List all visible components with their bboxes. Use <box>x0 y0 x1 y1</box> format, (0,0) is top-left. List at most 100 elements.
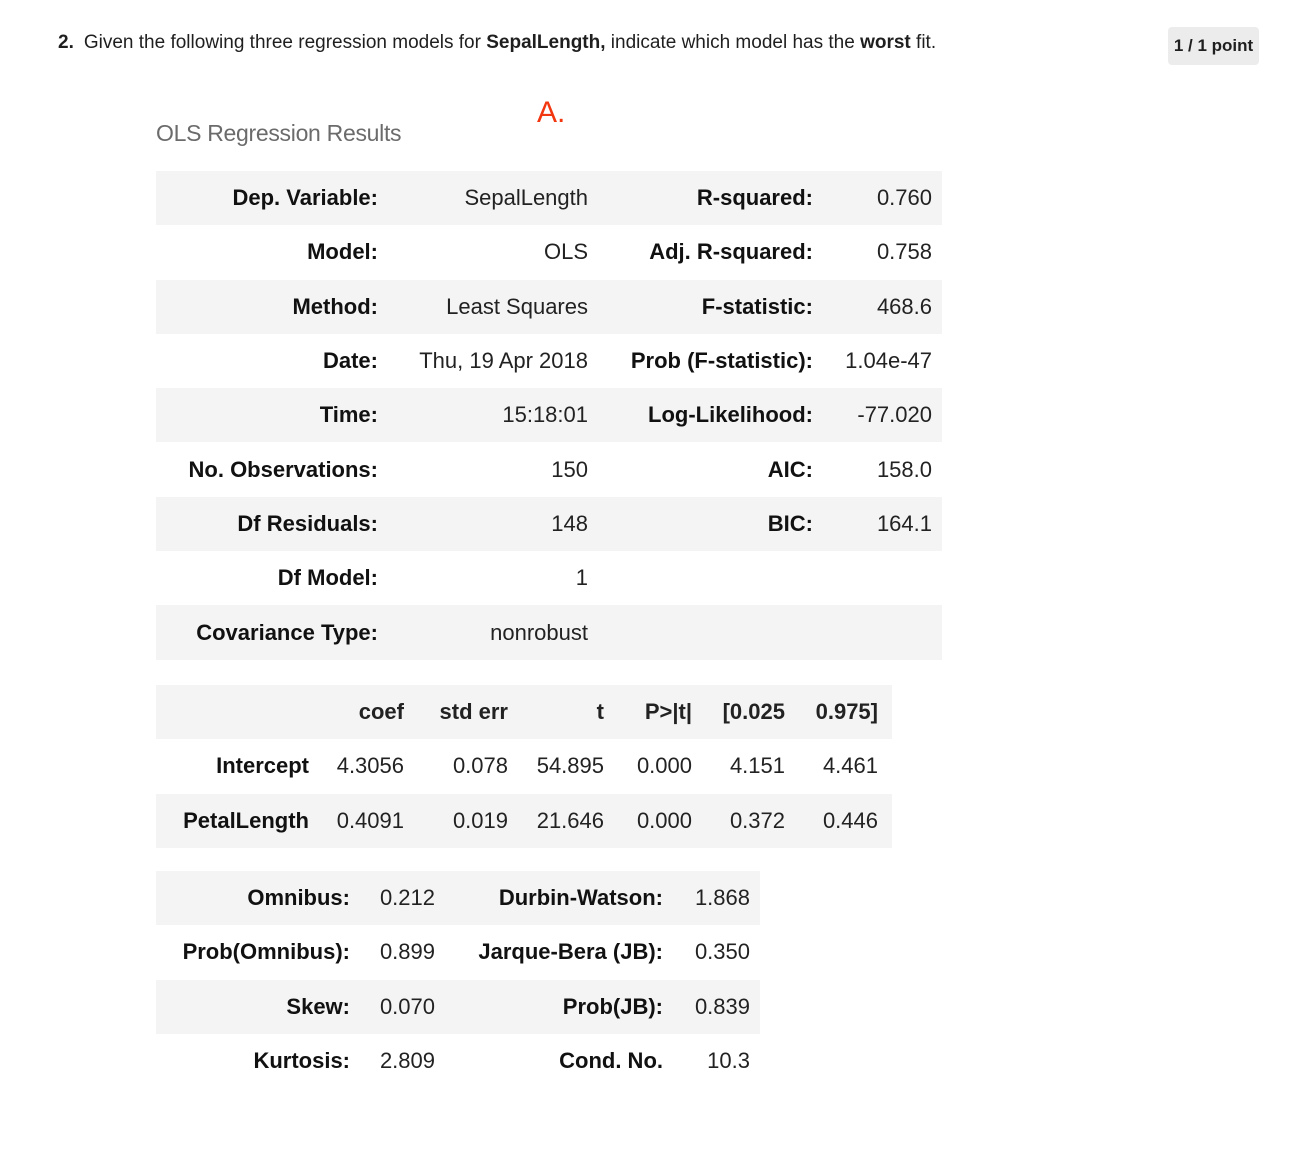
coef-header: P>|t| <box>604 685 692 740</box>
summary-value <box>813 551 932 606</box>
coef-value: 0.4091 <box>309 793 404 848</box>
summary-value: 164.1 <box>813 496 932 552</box>
summary-label: Date: <box>156 333 378 389</box>
cell-padding <box>932 171 942 226</box>
coef-value: 21.646 <box>508 793 604 848</box>
coef-header: coef <box>309 685 404 740</box>
diagnostics-value: 10.3 <box>663 1033 750 1089</box>
coef-row: Intercept 4.3056 0.078 54.895 0.000 4.151 4.46… <box>156 739 892 794</box>
question-text-after: fit. <box>910 32 937 53</box>
coef-header <box>156 685 309 740</box>
summary-row: Dep. Variable: SepalLength R-squared: 0.760 <box>156 171 942 226</box>
cell-padding <box>932 333 942 389</box>
diagnostics-label: Skew: <box>156 979 350 1034</box>
diagnostics-value: 0.070 <box>350 979 435 1034</box>
summary-value: nonrobust <box>378 605 588 660</box>
cell-padding <box>750 979 760 1034</box>
cell-padding <box>932 496 942 552</box>
summary-row: Method: Least Squares F-statistic: 468.6 <box>156 279 942 334</box>
summary-label: Df Residuals: <box>156 496 378 552</box>
coef-value: 0.372 <box>692 793 785 848</box>
coef-value: 0.000 <box>604 793 692 848</box>
summary-label: Df Model: <box>156 551 378 606</box>
summary-label: Method: <box>156 279 378 334</box>
cell-padding <box>932 388 942 443</box>
summary-value: SepalLength <box>378 171 588 226</box>
diagnostics-label: Prob(Omnibus): <box>156 925 350 980</box>
summary-value: Thu, 19 Apr 2018 <box>378 333 588 389</box>
summary-value: 1 <box>378 551 588 606</box>
question-text-middle: indicate which model has the <box>605 32 861 53</box>
summary-row: Time: 15:18:01 Log-Likelihood: -77.020 <box>156 388 942 443</box>
diagnostics-label: Durbin-Watson: <box>435 871 663 926</box>
summary-value: 15:18:01 <box>378 388 588 443</box>
summary-value: OLS <box>378 225 588 280</box>
summary-row: Covariance Type: nonrobust <box>156 605 942 660</box>
ols-title: OLS Regression Results <box>156 120 402 146</box>
cell-padding <box>750 871 760 926</box>
coef-value: 4.461 <box>785 739 878 794</box>
points-badge: 1 / 1 point <box>1168 27 1259 65</box>
cell-padding <box>932 279 942 334</box>
coef-value: 4.3056 <box>309 739 404 794</box>
summary-label: No. Observations: <box>156 442 378 497</box>
coef-term: Intercept <box>156 739 309 794</box>
diagnostics-value: 2.809 <box>350 1033 435 1089</box>
summary-label: Covariance Type: <box>156 605 378 660</box>
summary-label: AIC: <box>588 442 813 497</box>
summary-value: 468.6 <box>813 279 932 334</box>
diagnostics-value: 0.839 <box>663 979 750 1034</box>
question-bold-variable: SepalLength, <box>486 32 606 53</box>
question-text-before: Given the following three regression mod… <box>83 32 487 53</box>
diagnostics-label: Kurtosis: <box>156 1033 350 1089</box>
summary-value <box>813 605 932 660</box>
question-text: 2. Given the following three regression m… <box>58 30 1138 56</box>
summary-row: Df Residuals: 148 BIC: 164.1 <box>156 496 942 552</box>
diagnostics-label: Jarque-Bera (JB): <box>435 925 663 980</box>
coef-value: 0.019 <box>404 793 508 848</box>
cell-padding <box>932 551 942 606</box>
summary-label <box>588 605 813 660</box>
summary-value: 148 <box>378 496 588 552</box>
cell-padding <box>878 793 892 848</box>
summary-value: -77.020 <box>813 388 932 443</box>
summary-label: BIC: <box>588 496 813 552</box>
diagnostics-value: 1.868 <box>663 871 750 926</box>
coef-header: std err <box>404 685 508 740</box>
coef-term: PetalLength <box>156 793 309 848</box>
summary-label <box>588 551 813 606</box>
coef-value: 54.895 <box>508 739 604 794</box>
cell-padding <box>750 925 760 980</box>
cell-padding <box>878 739 892 794</box>
summary-value: 150 <box>378 442 588 497</box>
coef-value: 0.446 <box>785 793 878 848</box>
cell-padding <box>878 685 892 740</box>
coef-header: 0.975] <box>785 685 878 740</box>
ols-summary-table: Dep. Variable: SepalLength R-squared: 0.760… <box>156 171 942 660</box>
diagnostics-table: Omnibus: 0.212 Durbin-Watson: 1.868 Prob(Omn… <box>156 871 760 1089</box>
diagnostics-label: Cond. No. <box>435 1033 663 1089</box>
coef-header-row: coef std err t P>|t| [0.025 0.975] <box>156 685 892 740</box>
summary-label: Model: <box>156 225 378 280</box>
summary-label: F-statistic: <box>588 279 813 334</box>
summary-label: Dep. Variable: <box>156 171 378 226</box>
coef-value: 0.000 <box>604 739 692 794</box>
diagnostics-row: Omnibus: 0.212 Durbin-Watson: 1.868 <box>156 871 760 926</box>
diagnostics-row: Prob(Omnibus): 0.899 Jarque-Bera (JB): 0.35… <box>156 925 760 980</box>
coef-header: [0.025 <box>692 685 785 740</box>
summary-value: 0.760 <box>813 171 932 226</box>
question-bold-word: worst <box>860 32 911 53</box>
cell-padding <box>932 225 942 280</box>
coef-value: 0.078 <box>404 739 508 794</box>
diagnostics-label: Omnibus: <box>156 871 350 926</box>
coef-header: t <box>508 685 604 740</box>
coef-value: 4.151 <box>692 739 785 794</box>
summary-value: Least Squares <box>378 279 588 334</box>
diagnostics-value: 0.350 <box>663 925 750 980</box>
model-letter: A. <box>537 96 566 129</box>
diagnostics-value: 0.899 <box>350 925 435 980</box>
coefficient-table: coef std err t P>|t| [0.025 0.975] Intercept 4.… <box>156 685 892 848</box>
cell-padding <box>932 442 942 497</box>
summary-label: Adj. R-squared: <box>588 225 813 280</box>
summary-row: Df Model: 1 <box>156 551 942 606</box>
